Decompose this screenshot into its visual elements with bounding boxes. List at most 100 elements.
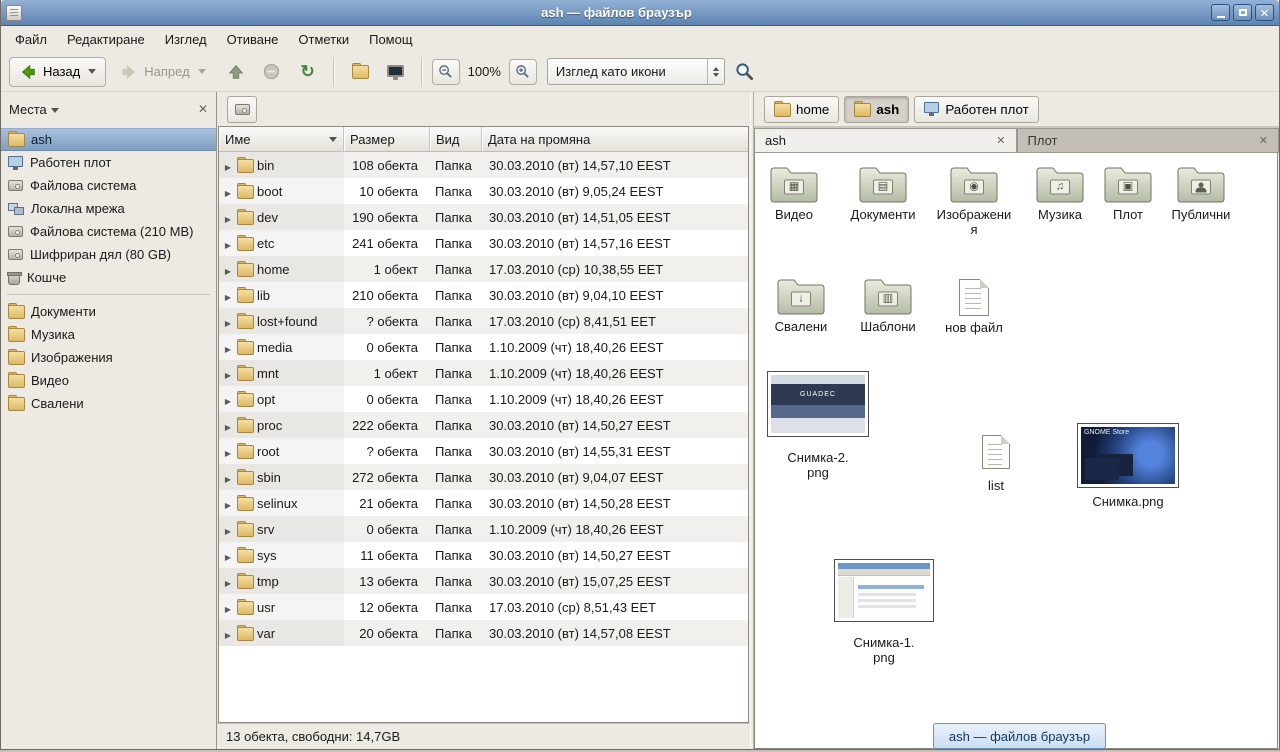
folder-pictures[interactable]: Изображения [933,165,1015,238]
root-location-button[interactable] [227,96,257,123]
expander-icon[interactable] [223,314,233,329]
table-row[interactable]: dev190 обектаПапка30.03.2010 (вт) 14,51,… [219,204,748,230]
minimize-button[interactable] [1211,4,1230,21]
expander-icon[interactable] [223,470,233,485]
tab-close-icon[interactable] [1259,134,1268,147]
close-button[interactable] [1255,4,1274,21]
table-row[interactable]: var20 обектаПапка30.03.2010 (вт) 14,57,0… [219,620,748,646]
table-row[interactable]: home1 обектПапка17.03.2010 (ср) 10,38,55… [219,256,748,282]
column-header-type[interactable]: Вид [430,127,482,151]
expander-icon[interactable] [223,340,233,355]
sidebar-item-filesystem[interactable]: Файлова система [1,174,216,197]
table-row[interactable]: media0 обектаПапка1.10.2009 (чт) 18,40,2… [219,334,748,360]
folder-downloads[interactable]: Свалени [765,277,837,335]
sidebar-item-downloads[interactable]: Свалени [1,392,216,415]
table-row[interactable]: sbin272 обектаПапка30.03.2010 (вт) 9,04,… [219,464,748,490]
expander-icon[interactable] [223,600,233,615]
computer-button[interactable] [380,57,412,87]
sidebar-item-network[interactable]: Локална мрежа [1,197,216,220]
folder-desktop[interactable]: Плот [1099,165,1157,223]
menu-go[interactable]: Отиване [217,29,289,50]
home-button[interactable] [344,57,376,87]
sidebar-item-music[interactable]: Музика [1,323,216,346]
up-button[interactable] [220,57,252,87]
expander-icon[interactable] [223,496,233,511]
table-row[interactable]: selinux21 обектаПапка30.03.2010 (вт) 14,… [219,490,748,516]
sidebar-item-trash[interactable]: Кошче [1,266,216,289]
back-button[interactable]: Назад [9,57,106,87]
sidebar-item-desktop[interactable]: Работен плот [1,151,216,174]
column-header-name[interactable]: Име [219,127,344,151]
sidebar-item-pictures[interactable]: Изображения [1,346,216,369]
table-row[interactable]: sys11 обектаПапка30.03.2010 (вт) 14,50,2… [219,542,748,568]
tab-ash[interactable]: ash [754,128,1017,152]
sidebar-item-encrypted-80gb[interactable]: Шифриран дял (80 GB) [1,243,216,266]
column-header-date[interactable]: Дата на промяна [482,127,748,151]
sidebar-item-documents[interactable]: Документи [1,300,216,323]
expander-icon[interactable] [223,418,233,433]
zoom-out-button[interactable] [432,59,460,85]
tab-close-icon[interactable] [996,134,1005,147]
expander-icon[interactable] [223,522,233,537]
table-row[interactable]: etc241 обектаПапка30.03.2010 (вт) 14,57,… [219,230,748,256]
expander-icon[interactable] [223,158,233,173]
file-new-file[interactable]: нов файл [937,279,1011,336]
menu-edit[interactable]: Редактиране [57,29,155,50]
taskbar-window-button[interactable]: ash — файлов браузър [933,723,1106,749]
expander-icon[interactable] [223,184,233,199]
expander-icon[interactable] [223,366,233,381]
file-list[interactable]: list [967,435,1025,494]
menu-file[interactable]: Файл [5,29,57,50]
expander-icon[interactable] [223,236,233,251]
table-row[interactable]: mnt1 обектПапка1.10.2009 (чт) 18,40,26 E… [219,360,748,386]
expander-icon[interactable] [223,444,233,459]
table-row[interactable]: lost+found? обектаПапка17.03.2010 (ср) 8… [219,308,748,334]
icon-view[interactable]: Видео Документи Изображения Музика Плот [754,153,1278,749]
places-dropdown-icon[interactable] [51,108,59,113]
table-row[interactable]: lib210 обектаПапка30.03.2010 (вт) 9,04,1… [219,282,748,308]
forward-button[interactable]: Напред [110,57,215,87]
expander-icon[interactable] [223,548,233,563]
expander-icon[interactable] [223,626,233,641]
menu-help[interactable]: Помощ [359,29,422,50]
table-row[interactable]: proc222 обектаПапка30.03.2010 (вт) 14,50… [219,412,748,438]
folder-documents[interactable]: Документи [843,165,923,223]
folder-public[interactable]: Публични [1165,165,1237,223]
tab-desktop[interactable]: Плот [1017,128,1280,152]
table-row[interactable]: tmp13 обектаПапка30.03.2010 (вт) 15,07,2… [219,568,748,594]
zoom-in-button[interactable] [509,59,537,85]
expander-icon[interactable] [223,392,233,407]
menu-bookmarks[interactable]: Отметки [288,29,359,50]
breadcrumb-ash[interactable]: ash [844,96,909,123]
places-label[interactable]: Места [9,102,47,117]
expander-icon[interactable] [223,288,233,303]
folder-music[interactable]: Музика [1027,165,1093,223]
breadcrumb-home[interactable]: home [764,96,839,123]
maximize-button[interactable] [1233,4,1252,21]
search-button[interactable] [729,57,761,87]
breadcrumb-desktop[interactable]: Работен плот [914,96,1038,123]
file-snimka-png[interactable]: GNOME Store Снимка.png [1075,423,1181,510]
table-row[interactable]: root? обектаПапка30.03.2010 (вт) 14,55,3… [219,438,748,464]
file-snimka-1-png[interactable]: Снимка-1.png [833,559,935,666]
table-row[interactable]: usr12 обектаПапка17.03.2010 (ср) 8,51,43… [219,594,748,620]
titlebar[interactable]: ash — файлов браузър [1,0,1279,26]
folder-templates[interactable]: Шаблони [851,277,925,335]
table-row[interactable]: boot10 обектаПапка30.03.2010 (вт) 9,05,2… [219,178,748,204]
folder-videos[interactable]: Видео [761,165,827,223]
menu-view[interactable]: Изглед [155,29,217,50]
reload-button[interactable] [292,57,324,87]
expander-icon[interactable] [223,574,233,589]
stop-button[interactable] [256,57,288,87]
sidebar-item-volume-210mb[interactable]: Файлова система (210 MB) [1,220,216,243]
view-mode-spinner[interactable] [707,59,724,84]
table-row[interactable]: bin108 обектаПапка30.03.2010 (вт) 14,57,… [219,152,748,178]
expander-icon[interactable] [223,210,233,225]
table-row[interactable]: srv0 обектаПапка1.10.2009 (чт) 18,40,26 … [219,516,748,542]
column-header-size[interactable]: Размер [344,127,430,151]
sidebar-item-home[interactable]: ash [1,128,216,151]
sidebar-close-button[interactable] [198,102,208,116]
file-snimka-2-png[interactable]: GUADEC Снимка-2.png [767,371,869,481]
view-mode-select[interactable]: Изглед като икони [547,58,725,85]
sidebar-item-videos[interactable]: Видео [1,369,216,392]
